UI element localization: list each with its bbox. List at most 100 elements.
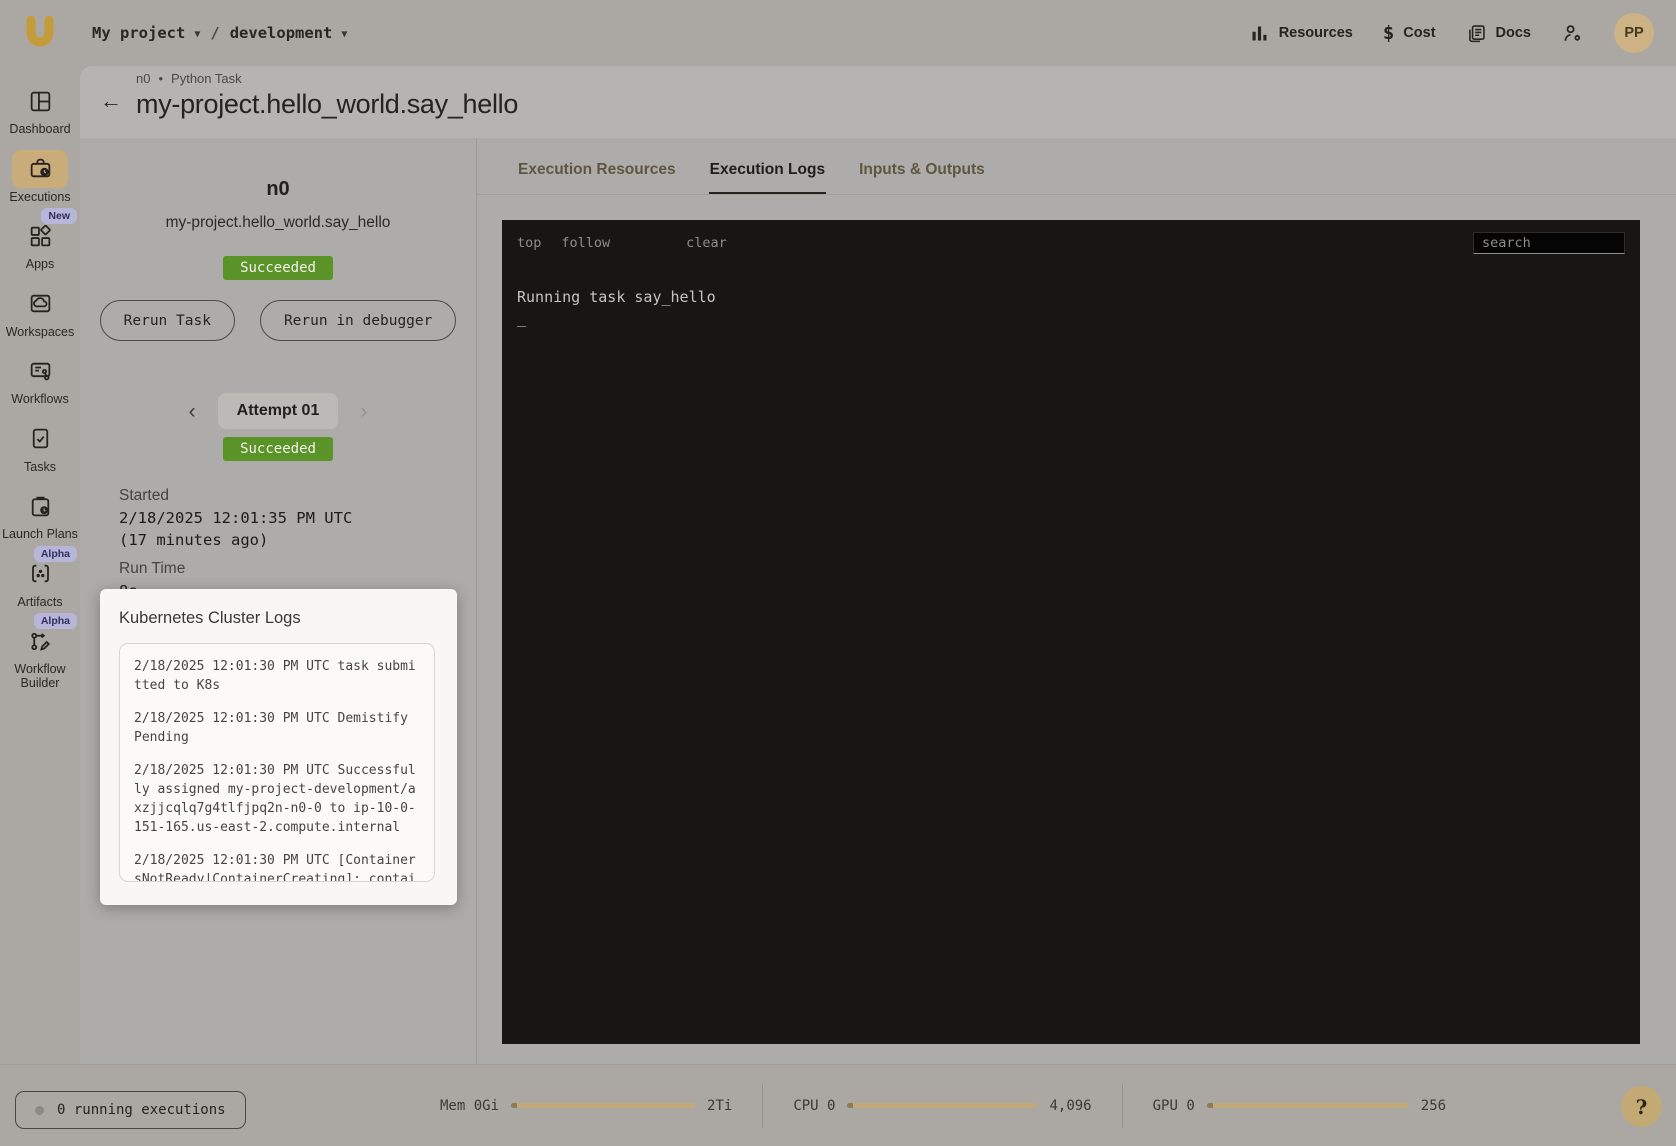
- executions-icon: [28, 156, 53, 181]
- k8s-log-entry: 2/18/2025 12:01:30 PM UTC [ContainersNot…: [134, 851, 420, 882]
- project-selector[interactable]: My project ▼: [92, 24, 200, 42]
- sidebar-item-label: Artifacts: [17, 596, 62, 610]
- gpu-meter-label: GPU 0: [1153, 1098, 1195, 1114]
- sidebar-item-label: Launch Plans: [2, 528, 78, 542]
- sidebar-item-tasks[interactable]: Tasks: [0, 420, 80, 475]
- sidebar-item-dashboard[interactable]: Dashboard: [0, 82, 80, 137]
- rerun-task-button[interactable]: Rerun Task: [100, 300, 235, 341]
- memory-meter: Mem 0Gi 2Ti: [440, 1098, 732, 1114]
- cpu-meter: CPU 0 4,096: [793, 1098, 1091, 1114]
- apps-icon: [28, 224, 53, 249]
- dot-separator: •: [158, 71, 163, 86]
- running-executions-pill[interactable]: 0 running executions: [15, 1091, 246, 1129]
- breadcrumb-separator: /: [210, 24, 219, 42]
- project-name: My project: [92, 24, 185, 42]
- chevron-right-icon: ›: [360, 400, 367, 423]
- sidebar-nav: Dashboard Executions New Apps: [0, 66, 80, 1064]
- sidebar-item-label: Workspaces: [6, 326, 75, 340]
- page-title: my-project.hello_world.say_hello: [136, 89, 518, 120]
- resources-button[interactable]: Resources: [1249, 23, 1353, 44]
- status-dot-icon: [35, 1106, 44, 1115]
- started-ago: (17 minutes ago): [119, 529, 476, 551]
- alpha-badge: Alpha: [34, 613, 77, 629]
- chevron-down-icon: ▼: [194, 29, 200, 40]
- tab-execution-logs[interactable]: Execution Logs: [709, 152, 826, 194]
- meter-divider: [1122, 1084, 1123, 1128]
- domain-name: development: [230, 24, 333, 42]
- help-button[interactable]: ?: [1621, 1086, 1662, 1127]
- k8s-logs-list[interactable]: 2/18/2025 12:01:30 PM UTC task submitted…: [119, 643, 435, 882]
- cost-button[interactable]: $ Cost: [1383, 22, 1436, 44]
- tab-bar: Execution Resources Execution Logs Input…: [477, 138, 1676, 195]
- union-logo-icon: [22, 15, 58, 51]
- k8s-log-entry: 2/18/2025 12:01:30 PM UTC Demistify Pend…: [134, 709, 420, 747]
- log-search-input[interactable]: [1473, 232, 1625, 254]
- log-clear-button[interactable]: clear: [686, 235, 727, 251]
- sidebar-item-workflows[interactable]: Workflows: [0, 352, 80, 407]
- new-badge: New: [41, 208, 77, 224]
- artifacts-icon: [28, 561, 53, 586]
- memory-meter-max: 2Ti: [707, 1098, 732, 1114]
- started-label: Started: [119, 485, 476, 507]
- tab-inputs-outputs[interactable]: Inputs & Outputs: [858, 152, 986, 194]
- attempt-status-badge: Succeeded: [223, 437, 333, 461]
- breadcrumb: My project ▼ / development ▼: [92, 24, 347, 42]
- gpu-meter-max: 256: [1421, 1098, 1446, 1114]
- gpu-meter: GPU 0 256: [1153, 1098, 1446, 1114]
- k8s-log-entry: 2/18/2025 12:01:30 PM UTC task submitted…: [134, 657, 420, 695]
- page-header: ← n0 • Python Task my-project.hello_worl…: [80, 66, 1676, 138]
- sidebar-item-workspaces[interactable]: Workspaces: [0, 285, 80, 340]
- user-gear-icon: [1561, 22, 1584, 45]
- sidebar-item-workflow-builder[interactable]: Alpha Workflow Builder: [0, 622, 80, 690]
- top-bar: My project ▼ / development ▼ Resources $…: [0, 0, 1676, 66]
- run-time-label: Run Time: [119, 558, 476, 580]
- launch-plans-icon: [28, 494, 53, 519]
- sidebar-item-artifacts[interactable]: Alpha Artifacts: [0, 555, 80, 610]
- sidebar-item-executions[interactable]: Executions: [0, 150, 80, 205]
- detail-task-name: my-project.hello_world.say_hello: [80, 214, 476, 232]
- docs-button[interactable]: Docs: [1466, 23, 1531, 44]
- domain-selector[interactable]: development ▼: [230, 24, 348, 42]
- sidebar-item-label: Apps: [26, 258, 55, 272]
- sidebar-item-launch-plans[interactable]: Launch Plans: [0, 487, 80, 542]
- log-line: Running task say_hello: [517, 287, 1625, 308]
- union-logo[interactable]: [22, 15, 58, 51]
- node-type: Python Task: [171, 71, 242, 86]
- attempt-selector[interactable]: Attempt 01: [218, 393, 339, 429]
- dollar-icon: $: [1383, 22, 1394, 44]
- detail-node-id: n0: [80, 178, 476, 201]
- workspaces-icon: [28, 291, 53, 316]
- terminal-cursor: _: [517, 308, 1625, 329]
- sidebar-item-label: Workflows: [11, 393, 68, 407]
- back-arrow-icon: ←: [100, 88, 122, 113]
- sidebar-item-label: Dashboard: [9, 123, 70, 137]
- sidebar-item-apps[interactable]: New Apps: [0, 217, 80, 272]
- log-top-button[interactable]: top: [517, 235, 541, 251]
- cpu-meter-label: CPU 0: [793, 1098, 835, 1114]
- user-settings-button[interactable]: [1561, 22, 1584, 45]
- k8s-log-entry: 2/18/2025 12:01:30 PM UTC Successfully a…: [134, 761, 420, 837]
- sidebar-item-label: Tasks: [24, 461, 56, 475]
- tab-execution-resources[interactable]: Execution Resources: [517, 152, 677, 194]
- back-button[interactable]: ←: [100, 90, 122, 112]
- memory-meter-bar: [511, 1103, 695, 1108]
- sidebar-item-label: Executions: [9, 191, 70, 205]
- docs-icon: [1466, 23, 1487, 44]
- log-output[interactable]: Running task say_hello _: [517, 287, 1625, 329]
- meter-divider: [762, 1084, 763, 1128]
- active-item-highlight: [12, 150, 68, 188]
- workflows-icon: [28, 359, 53, 384]
- status-bar: 0 running executions Mem 0Gi 2Ti CPU 0 4…: [0, 1064, 1676, 1146]
- rerun-debugger-button[interactable]: Rerun in debugger: [260, 300, 456, 341]
- chevron-down-icon: ▼: [341, 29, 347, 40]
- alpha-badge: Alpha: [34, 546, 77, 562]
- dashboard-icon: [28, 89, 53, 114]
- avatar[interactable]: PP: [1614, 13, 1654, 53]
- log-follow-button[interactable]: follow: [561, 235, 610, 251]
- running-executions-label: 0 running executions: [57, 1102, 226, 1118]
- terminal-toolbar: top follow clear: [517, 232, 1625, 254]
- execution-detail-panel: Execution Resources Execution Logs Input…: [477, 138, 1676, 1064]
- next-attempt-button[interactable]: ›: [360, 401, 367, 422]
- node-id: n0: [136, 71, 150, 86]
- previous-attempt-button[interactable]: ‹: [189, 401, 196, 422]
